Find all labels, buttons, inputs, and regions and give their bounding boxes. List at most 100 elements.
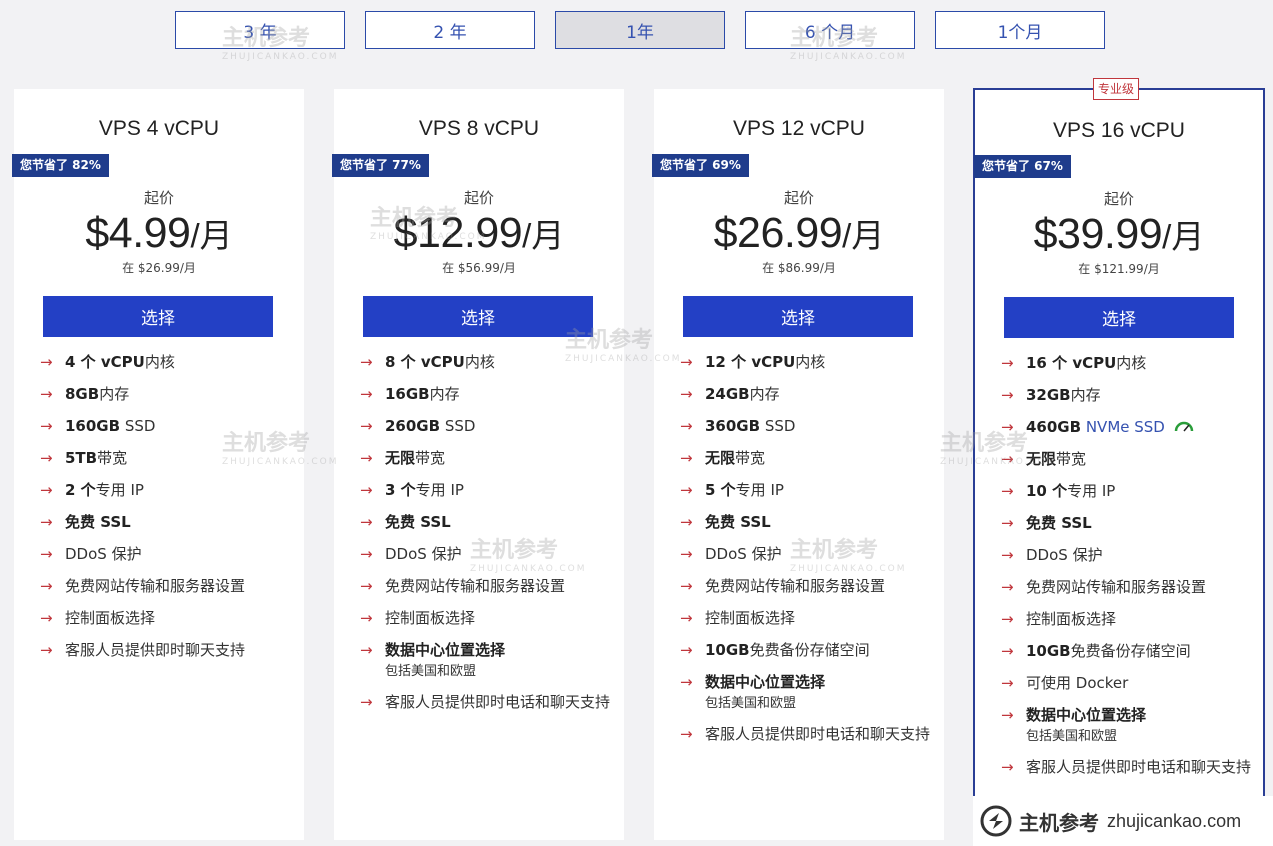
feature-item: → 数据中心位置选择 包括美国和欧盟	[360, 639, 620, 681]
feature-item: → 数据中心位置选择 包括美国和欧盟	[1001, 704, 1261, 746]
arrow-right-icon: →	[680, 725, 693, 743]
feature-text: 免费备份存储空间	[1070, 642, 1191, 660]
feature-highlight: 无限	[1026, 450, 1057, 468]
feature-text: 控制面板选择	[705, 609, 796, 627]
feature-item: → 8GB内存	[40, 383, 300, 405]
term-tab-3-years[interactable]: 3 年	[175, 11, 345, 49]
feature-item: → 免费网站传输和服务器设置	[1001, 576, 1261, 598]
feature-text: NVMe SSD	[1081, 418, 1165, 436]
arrow-right-icon: →	[1001, 354, 1014, 372]
arrow-right-icon: →	[40, 513, 53, 531]
feature-text: 专用 IP	[1067, 482, 1116, 500]
feature-highlight: 16 个 vCPU	[1026, 354, 1117, 372]
arrow-right-icon: →	[360, 609, 373, 627]
savings-badge: 您节省了 82%	[12, 154, 109, 177]
arrow-right-icon: →	[1001, 386, 1014, 404]
feature-text: 内核	[464, 353, 495, 371]
arrow-right-icon: →	[360, 353, 373, 371]
select-button[interactable]: 选择	[363, 296, 593, 337]
feature-text: 客服人员提供即时电话和聊天支持	[1026, 758, 1252, 776]
feature-item: → 3 个专用 IP	[360, 479, 620, 501]
savings-badge: 您节省了 77%	[332, 154, 429, 177]
feature-text: SSD	[120, 417, 156, 435]
arrow-right-icon: →	[1001, 546, 1014, 564]
feature-item: → 客服人员提供即时电话和聊天支持	[680, 723, 940, 745]
feature-subtext: 包括美国和欧盟	[1026, 729, 1118, 744]
arrow-right-icon: →	[360, 481, 373, 499]
feature-highlight: 免费 SSL	[705, 513, 771, 531]
select-button[interactable]: 选择	[1004, 297, 1234, 338]
feature-highlight: 免费 SSL	[65, 513, 131, 531]
feature-text: SSD	[760, 417, 796, 435]
arrow-right-icon: →	[680, 513, 693, 531]
arrow-right-icon: →	[1001, 450, 1014, 468]
feature-item: → 32GB内存	[1001, 384, 1261, 406]
arrow-right-icon: →	[680, 673, 693, 691]
feature-highlight: 8 个 vCPU	[385, 353, 465, 371]
feature-list: → 12 个 vCPU内核 → 24GB内存 → 360GB SSD → 无限带宽 → 5 个专用…	[680, 351, 940, 755]
feature-highlight: 5 个	[705, 481, 736, 499]
term-tab-2-years[interactable]: 2 年	[365, 11, 535, 49]
term-tab-6-months[interactable]: 6 个月	[745, 11, 915, 49]
feature-item: → 5 个专用 IP	[680, 479, 940, 501]
feature-text: 控制面板选择	[385, 609, 476, 627]
feature-highlight: 360GB	[705, 417, 761, 435]
feature-text: 客服人员提供即时电话和聊天支持	[385, 693, 611, 711]
feature-text: 带宽	[1056, 450, 1087, 468]
site-logo-icon	[980, 805, 1012, 837]
speed-icon	[1174, 421, 1194, 431]
arrow-right-icon: →	[40, 577, 53, 595]
feature-highlight: 24GB	[705, 385, 750, 403]
feature-item: → 10GB免费备份存储空间	[1001, 640, 1261, 662]
feature-highlight: 2 个	[65, 481, 96, 499]
watermark-footer: 主机参考 zhujicankao.com	[973, 796, 1273, 846]
arrow-right-icon: →	[1001, 674, 1014, 692]
term-selector: 3 年 2 年 1年 6 个月 1个月	[0, 11, 1273, 49]
arrow-right-icon: →	[680, 577, 693, 595]
price-amount: $4.99	[85, 209, 191, 257]
feature-highlight: 260GB	[385, 417, 441, 435]
select-button[interactable]: 选择	[43, 296, 273, 337]
price-unit: /月	[522, 217, 565, 254]
feature-text: 专用 IP	[415, 481, 464, 499]
arrow-right-icon: →	[680, 385, 693, 403]
feature-item: → 免费 SSL	[1001, 512, 1261, 534]
term-tab-1-month[interactable]: 1个月	[935, 11, 1105, 49]
feature-text: 控制面板选择	[1026, 610, 1117, 628]
original-price: 在 $26.99/月	[122, 261, 196, 275]
pro-badge: 专业级	[1093, 78, 1140, 100]
feature-item: → 24GB内存	[680, 383, 940, 405]
arrow-right-icon: →	[360, 577, 373, 595]
feature-subtext: 包括美国和欧盟	[385, 664, 477, 679]
feature-item: → 160GB SSD	[40, 415, 300, 437]
price-amount: $26.99	[713, 209, 843, 257]
arrow-right-icon: →	[1001, 418, 1014, 436]
feature-text: SSD	[440, 417, 476, 435]
arrow-right-icon: →	[680, 417, 693, 435]
select-button[interactable]: 选择	[683, 296, 913, 337]
feature-highlight: 数据中心位置选择	[385, 641, 506, 659]
arrow-right-icon: →	[1001, 578, 1014, 596]
term-tab-1-year[interactable]: 1年	[555, 11, 725, 49]
plan-card-vps-16: 专业级 VPS 16 vCPU 您节省了 67% 起价 $39.99/月 在 $…	[973, 78, 1265, 846]
plan-title: VPS 12 vCPU	[733, 117, 865, 140]
feature-text: 客服人员提供即时电话和聊天支持	[705, 725, 931, 743]
arrow-right-icon: →	[680, 353, 693, 371]
feature-highlight: 3 个	[385, 481, 416, 499]
arrow-right-icon: →	[40, 353, 53, 371]
feature-item: → 客服人员提供即时电话和聊天支持	[360, 691, 620, 713]
feature-highlight: 免费 SSL	[1026, 514, 1092, 532]
arrow-right-icon: →	[360, 693, 373, 711]
savings-badge: 您节省了 67%	[974, 155, 1071, 178]
feature-item: → 免费网站传输和服务器设置	[360, 575, 620, 597]
feature-item: → 客服人员提供即时电话和聊天支持	[1001, 756, 1261, 778]
arrow-right-icon: →	[1001, 706, 1014, 724]
feature-text: 内核	[795, 353, 826, 371]
feature-highlight: 8GB	[65, 385, 100, 403]
arrow-right-icon: →	[40, 385, 53, 403]
feature-highlight: 4 个 vCPU	[65, 353, 145, 371]
plan-card-vps-8: VPS 8 vCPU 您节省了 77% 起价 $12.99/月 在 $56.99…	[332, 89, 624, 840]
feature-highlight: 数据中心位置选择	[705, 673, 826, 691]
feature-item: → 2 个专用 IP	[40, 479, 300, 501]
feature-item: → 4 个 vCPU内核	[40, 351, 300, 373]
